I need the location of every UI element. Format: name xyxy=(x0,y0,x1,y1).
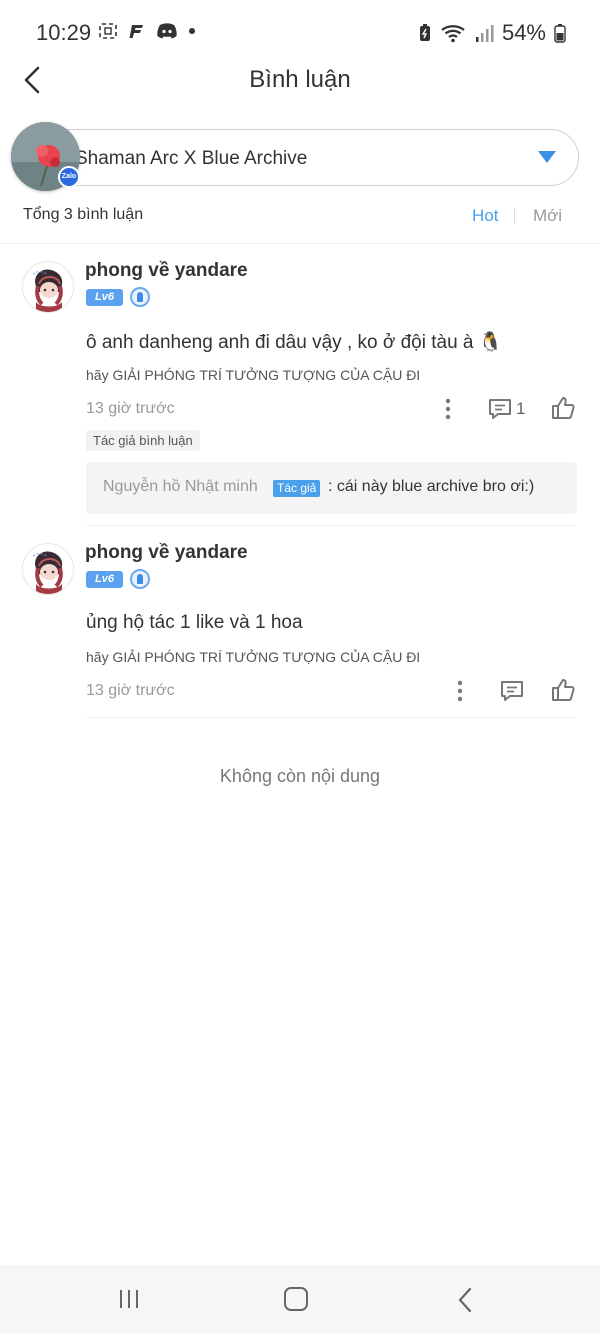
divider xyxy=(86,525,576,526)
story-name: Shaman Arc X Blue Archive xyxy=(75,148,308,169)
screenshot-icon xyxy=(99,23,117,39)
reply-preview[interactable]: Nguyễn hồ Nhật minh Tác giả : cái này bl… xyxy=(86,462,577,514)
user-avatar[interactable] xyxy=(22,543,74,595)
story-selector[interactable]: Shaman Arc X Blue Archive xyxy=(40,129,579,186)
rank-badge-icon xyxy=(130,569,150,589)
status-time: 10:29 xyxy=(36,20,92,45)
divider xyxy=(86,717,576,718)
comment-text: ô anh danheng anh đi dâu vậy , ko ở đội … xyxy=(86,332,503,353)
divider xyxy=(0,243,600,244)
wifi-icon xyxy=(441,25,465,43)
reply-username[interactable]: Nguyễn hồ Nhật minh xyxy=(103,478,258,496)
comment-username[interactable]: phong về yandare xyxy=(85,542,248,564)
comment-text: ủng hộ tác 1 like và 1 hoa xyxy=(86,612,303,633)
discord-icon xyxy=(157,23,177,39)
author-comment-tag: Tác giả bình luận xyxy=(86,430,200,451)
recent-apps-icon[interactable] xyxy=(118,1289,140,1309)
reply-icon[interactable] xyxy=(499,679,525,703)
like-thumb-icon[interactable] xyxy=(550,677,576,703)
total-comment-count: Tổng 3 bình luận xyxy=(23,206,144,223)
comment-time: 13 giờ trước xyxy=(86,400,175,417)
comment-username[interactable]: phong về yandare xyxy=(85,260,248,282)
app-header: Bình luận xyxy=(0,56,600,108)
end-of-content-text: Không còn nội dung xyxy=(219,766,381,786)
level-badge: Lv6 xyxy=(86,289,123,306)
rank-badge-icon xyxy=(130,287,150,307)
level-badge: Lv6 xyxy=(86,571,123,588)
caret-down-icon[interactable] xyxy=(538,151,556,163)
comment-signature: hãy GIẢI PHÓNG TRÍ TƯỞNG TƯỢNG CỦA CẬU Đ… xyxy=(86,367,421,383)
sort-new-tab[interactable]: Mới xyxy=(533,206,562,226)
status-bar: 10:29 54% xyxy=(0,0,600,64)
sort-separator xyxy=(514,208,515,224)
like-thumb-icon[interactable] xyxy=(550,395,576,421)
comment-time: 13 giờ trước xyxy=(86,682,175,699)
notification-dot-icon xyxy=(189,28,195,34)
status-notification-icons xyxy=(98,22,196,40)
reply-text: : cái này blue archive bro ơi:) xyxy=(328,478,535,495)
sort-hot-tab[interactable]: Hot xyxy=(472,206,498,226)
battery-icon xyxy=(554,24,566,43)
reply-icon[interactable] xyxy=(487,397,513,421)
system-nav-bar xyxy=(0,1265,600,1333)
comment-sort-bar: Tổng 3 bình luận Hot Mới xyxy=(0,196,600,240)
battery-percent: 54% xyxy=(501,20,546,45)
zalo-badge-icon: Zalo xyxy=(58,166,80,188)
more-options-icon[interactable] xyxy=(452,679,468,703)
nav-back-icon[interactable] xyxy=(456,1287,474,1313)
reply-count: 1 xyxy=(516,399,526,418)
home-icon[interactable] xyxy=(284,1287,308,1311)
more-options-icon[interactable] xyxy=(440,397,456,421)
page-title: Bình luận xyxy=(249,66,351,93)
user-avatar[interactable] xyxy=(22,261,74,313)
signal-icon xyxy=(475,25,494,42)
battery-saver-icon xyxy=(419,24,430,41)
anime-avatar-image xyxy=(23,262,73,312)
author-tag: Tác giả xyxy=(273,480,321,497)
anime-avatar-image xyxy=(23,544,73,594)
comment-signature: hãy GIẢI PHÓNG TRÍ TƯỞNG TƯỢNG CỦA CẬU Đ… xyxy=(86,649,421,665)
app-f-icon xyxy=(129,25,143,38)
status-right: 54% xyxy=(418,20,566,46)
